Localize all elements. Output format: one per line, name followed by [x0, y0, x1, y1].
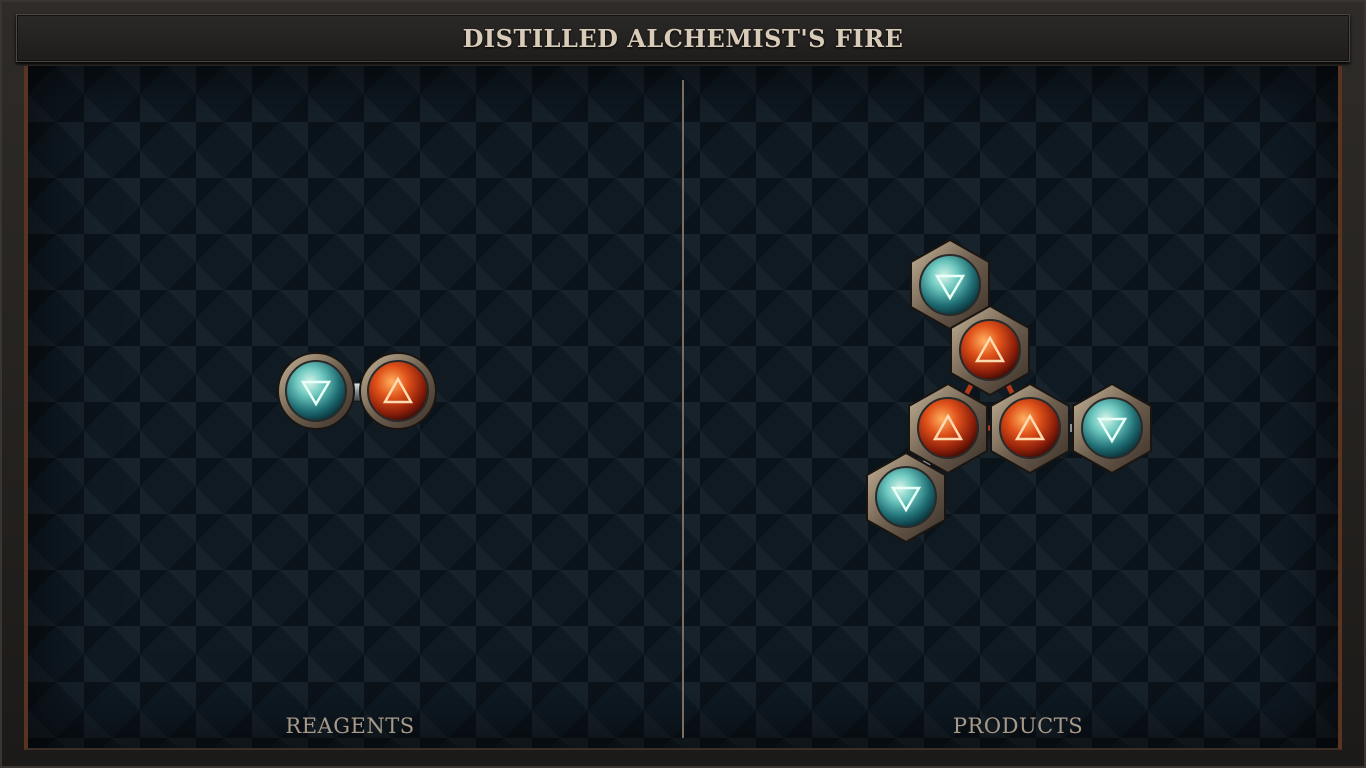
reagents-label: REAGENTS	[285, 714, 415, 738]
water-orb-icon	[875, 466, 937, 528]
products-label: PRODUCTS	[952, 714, 1084, 738]
water-orb-icon	[277, 352, 355, 430]
fire-orb-icon	[959, 319, 1021, 381]
fire-orb-icon	[999, 397, 1061, 459]
molecule-layer	[277, 238, 1152, 544]
fire-orb-icon	[917, 397, 979, 459]
reagent-molecule	[277, 352, 437, 430]
product-molecule	[866, 238, 1152, 544]
water-orb-icon	[919, 254, 981, 316]
fire-orb-icon	[359, 352, 437, 430]
water-orb-icon	[1081, 397, 1143, 459]
